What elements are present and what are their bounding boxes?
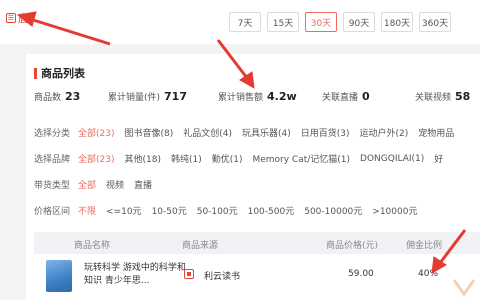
category-option[interactable]: 日用百货(3) xyxy=(301,126,350,139)
left-gutter xyxy=(0,44,26,300)
price-option[interactable]: >10000元 xyxy=(372,204,417,217)
brand-filter: 选择品牌 全部(23) 其他(18) 韩纯(1) 勤优(1) Memory Ca… xyxy=(34,152,444,166)
tab-360-days[interactable]: 360天 xyxy=(419,12,451,32)
category-option[interactable]: 运动户外(2) xyxy=(359,126,408,139)
price-option[interactable]: 不限 xyxy=(78,204,96,217)
price-option[interactable]: <=10元 xyxy=(106,204,142,217)
stat-product-count: 商品数 23 xyxy=(34,90,81,103)
brand-logo[interactable]: ☰ 鹿 xyxy=(6,10,29,26)
table-header: 商品名称 商品来源 商品价格(元) 佣金比例 xyxy=(34,232,480,254)
price-range-filter: 价格区间 不限 <=10元 10-50元 50-100元 100-500元 50… xyxy=(34,204,427,217)
header-product-price[interactable]: 商品价格(元) xyxy=(326,238,378,251)
header-commission-rate[interactable]: 佣金比例 xyxy=(406,238,442,251)
brand-option[interactable]: 其他(18) xyxy=(124,152,160,165)
category-option[interactable]: 宠物用品 xyxy=(418,126,454,139)
tab-15-days[interactable]: 15天 xyxy=(267,12,299,32)
table-row[interactable]: 玩转科学 游戏中的科学和知识 青少年思... 利云读书 59.00 40% xyxy=(34,258,480,294)
category-option[interactable]: 玩具乐器(4) xyxy=(242,126,291,139)
brand-text: 鹿 xyxy=(18,12,29,25)
tab-7-days[interactable]: 7天 xyxy=(229,12,261,32)
category-option[interactable]: 全部(23) xyxy=(78,126,114,139)
delivery-type-filter: 带货类型 全部 视频 直播 xyxy=(34,178,162,191)
title-accent-bar xyxy=(34,67,37,79)
product-price: 59.00 xyxy=(348,269,374,279)
brand-option[interactable]: 韩纯(1) xyxy=(171,152,202,165)
product-name[interactable]: 玩转科学 游戏中的科学和知识 青少年思... xyxy=(84,262,194,288)
price-option[interactable]: 100-500元 xyxy=(248,204,295,217)
price-option[interactable]: 50-100元 xyxy=(197,204,238,217)
header-product-name: 商品名称 xyxy=(74,241,111,251)
stats-row: 商品数 23 累计销量(件) 717 累计销售额 4.2w 关联直播 0 关联视频 58 xyxy=(34,90,470,103)
watermark-logo xyxy=(452,279,476,297)
stat-live-count: 关联直播 0 xyxy=(322,90,370,103)
brand-option[interactable]: 勤优(1) xyxy=(212,152,243,165)
brand-option[interactable]: Memory Cat/记忆猫(1) xyxy=(252,152,350,165)
product-source[interactable]: 利云读书 xyxy=(204,269,240,282)
top-bar: ☰ 鹿 7天 15天 30天 90天 180天 360天 xyxy=(0,0,480,44)
price-option[interactable]: 500-10000元 xyxy=(304,204,362,217)
stat-total-revenue: 累计销售额 4.2w xyxy=(218,90,297,103)
category-option[interactable]: 礼品文创(4) xyxy=(183,126,232,139)
brand-option[interactable]: 全部(23) xyxy=(78,152,114,165)
brand-icon: ☰ xyxy=(6,13,16,23)
source-store-icon xyxy=(184,269,194,279)
product-list-panel: 商品列表 商品数 23 累计销量(件) 717 累计销售额 4.2w 关联直播 0 关联… xyxy=(26,54,480,300)
brand-option[interactable]: 好 xyxy=(434,152,443,165)
product-thumbnail[interactable] xyxy=(46,260,72,292)
stat-video-count: 关联视频 58 xyxy=(415,90,471,103)
tab-30-days[interactable]: 30天 xyxy=(305,12,337,32)
date-range-tabs: 7天 15天 30天 90天 180天 360天 xyxy=(229,12,451,32)
section-title: 商品列表 xyxy=(34,65,85,81)
commission-rate: 40% xyxy=(418,269,439,279)
delivery-option[interactable]: 全部 xyxy=(78,178,96,191)
tab-180-days[interactable]: 180天 xyxy=(381,12,413,32)
category-filter: 选择分类 全部(23) 图书音像(8) 礼品文创(4) 玩具乐器(4) 日用百货… xyxy=(34,126,464,139)
brand-option[interactable]: DONGQILAI(1) xyxy=(360,154,424,164)
delivery-option[interactable]: 直播 xyxy=(134,178,152,191)
stat-total-sales: 累计销量(件) 717 xyxy=(108,90,187,103)
category-option[interactable]: 图书音像(8) xyxy=(124,126,173,139)
section-title-text: 商品列表 xyxy=(41,67,85,80)
price-option[interactable]: 10-50元 xyxy=(152,204,187,217)
tab-90-days[interactable]: 90天 xyxy=(343,12,375,32)
header-product-source: 商品来源 xyxy=(182,241,219,251)
delivery-option[interactable]: 视频 xyxy=(106,178,124,191)
